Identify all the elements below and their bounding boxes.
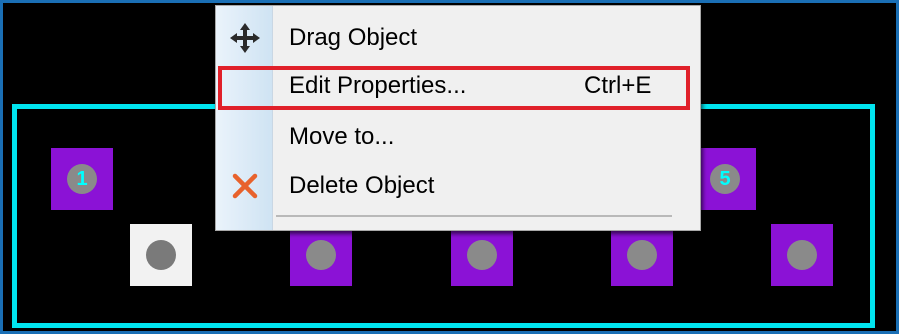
menu-separator bbox=[276, 215, 672, 217]
menu-item-label: Drag Object bbox=[289, 24, 418, 51]
pad-drill bbox=[467, 240, 497, 270]
menu-item-label: Delete Object bbox=[289, 172, 435, 199]
pad-1-label: 1 bbox=[67, 164, 97, 194]
menu-item-move-to[interactable]: Move to... bbox=[216, 113, 700, 161]
menu-item-label: Edit Properties... bbox=[289, 72, 467, 99]
menu-item-edit-properties[interactable]: Edit Properties... Ctrl+E bbox=[216, 62, 700, 110]
pad-5[interactable]: 5 bbox=[694, 148, 756, 210]
pad-drill bbox=[787, 240, 817, 270]
pad[interactable] bbox=[611, 224, 673, 286]
pad[interactable] bbox=[771, 224, 833, 286]
pad[interactable] bbox=[451, 224, 513, 286]
pad-square[interactable] bbox=[130, 224, 192, 286]
pad-1[interactable]: 1 bbox=[51, 148, 113, 210]
menu-item-delete-object[interactable]: Delete Object bbox=[216, 162, 700, 210]
pad-drill bbox=[306, 240, 336, 270]
menu-item-shortcut: Ctrl+E bbox=[584, 72, 652, 99]
menu-item-drag-object[interactable]: Drag Object bbox=[216, 14, 700, 62]
move-arrows-icon bbox=[230, 23, 260, 53]
context-menu: Drag Object Edit Properties... Ctrl+E Mo… bbox=[215, 5, 701, 231]
pad-drill bbox=[146, 240, 176, 270]
pad-drill bbox=[627, 240, 657, 270]
menu-item-label: Move to... bbox=[289, 123, 395, 150]
pcb-canvas[interactable]: 1 5 Drag Object Edit Properties... Ctrl+… bbox=[3, 3, 896, 331]
pad-5-label: 5 bbox=[710, 164, 740, 194]
pad[interactable] bbox=[290, 224, 352, 286]
delete-x-icon bbox=[230, 171, 260, 201]
window-frame: 1 5 Drag Object Edit Properties... Ctrl+… bbox=[0, 0, 899, 334]
